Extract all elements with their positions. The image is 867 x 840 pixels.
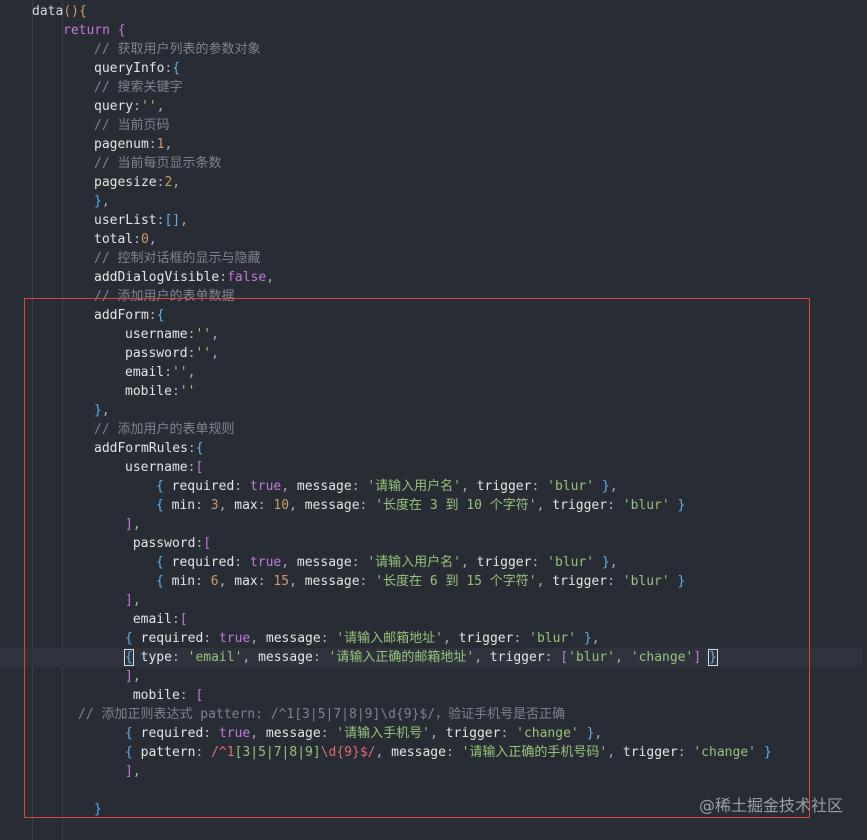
code-line[interactable]: pagenum:1, [0,135,867,154]
code-token: queryInfo [94,61,165,76]
highlight-box [24,298,810,818]
code-line[interactable]: }, [0,192,867,211]
code-token: : [133,232,141,247]
code-token: 0 [140,232,149,247]
code-token: data [32,4,64,19]
code-line[interactable]: // 当前页码 [0,116,867,135]
code-editor[interactable]: data(){return {// 获取用户列表的参数对象 queryInfo:{… [0,0,867,840]
code-token: : [148,137,157,152]
code-token: : [219,270,228,285]
code-token: , [266,270,275,285]
code-token: : [133,99,141,114]
code-line[interactable]: // 获取用户列表的参数对象 [0,40,867,59]
code-token: () [63,4,79,19]
code-token: // 当前页码 [94,118,170,133]
code-token: [] [164,213,181,228]
code-line[interactable]: // 控制对话框的显示与隐藏 [0,249,867,268]
code-token: { [117,23,126,38]
code-line[interactable]: queryInfo:{ [0,59,867,78]
code-token: { [172,61,181,76]
code-line[interactable]: userList:[], [0,211,867,230]
code-token: pagenum [94,137,149,152]
code-line[interactable]: data(){ [0,2,867,21]
watermark: @稀土掘金技术社区 [698,796,843,815]
code-token: false [227,270,267,285]
code-token: '' [140,99,157,114]
code-token: , [180,213,188,228]
code-token: , [164,137,173,152]
code-token: // 当前每页显示条数 [94,156,222,171]
code-token: { [78,4,87,19]
code-line[interactable]: // 当前每页显示条数 [0,154,867,173]
code-token: addDialogVisible [94,270,220,285]
code-token: , [156,99,165,114]
code-token: // 控制对话框的显示与隐藏 [94,251,261,266]
code-token: query [94,99,134,114]
code-line[interactable]: // 搜索关键字 [0,78,867,97]
code-token: pagesize [94,175,157,190]
code-token: , [172,175,181,190]
code-token: // 搜索关键字 [94,80,183,95]
code-token: return [63,23,110,38]
code-token: // 获取用户列表的参数对象 [94,42,261,57]
code-token: , [148,232,157,247]
code-token: , [101,194,110,209]
code-token: total [94,232,134,247]
code-line[interactable]: total:0, [0,230,867,249]
code-token: } [94,194,102,209]
code-line[interactable]: addDialogVisible:false, [0,268,867,287]
code-line[interactable]: query:'', [0,97,867,116]
code-line[interactable]: return { [0,21,867,40]
code-line[interactable]: pagesize:2, [0,173,867,192]
code-token: userList [94,213,157,228]
